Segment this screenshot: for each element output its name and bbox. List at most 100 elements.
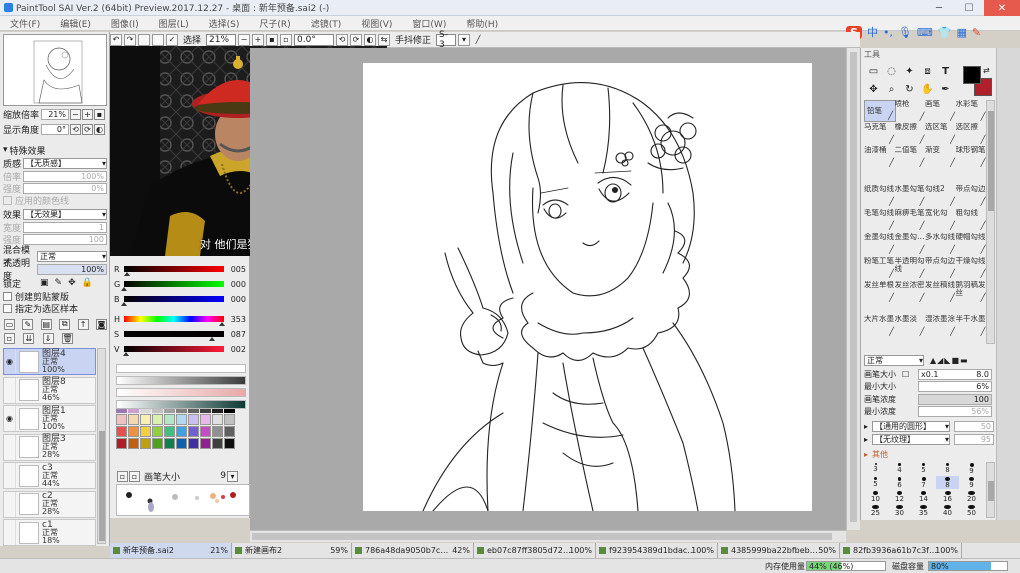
eye-icon[interactable]: ◉ [4,349,16,374]
nav-zoom-out-icon[interactable]: − [70,108,81,120]
size-preset[interactable]: 20 [960,490,983,503]
size-preset-scrollbar[interactable] [986,462,995,518]
size-preset[interactable]: 9 [960,462,983,475]
move-up-icon[interactable]: ↑ [77,318,89,330]
brush-texture-select[interactable]: 【无纹理】 ▾ [872,434,950,445]
hand-icon[interactable]: ✋ [919,84,936,101]
brush-slot[interactable]: 选区擦 ╱ [956,123,988,145]
brush-size-slider[interactable]: x0.1 8.0 [918,369,992,380]
menu-edit[interactable]: 编辑(E) [50,17,101,30]
canvas-v-scroll-thumb[interactable] [850,52,857,522]
document-tab[interactable]: 786a48da9050b7c… 42% [352,543,474,558]
layer-row[interactable]: 图层3 正常 28% [3,433,96,461]
angle-field[interactable]: 0.0° [294,33,335,46]
brush-slot[interactable]: 球形钢笔 ╱ [956,146,988,168]
color-swatch[interactable] [188,409,199,413]
size-preset[interactable]: 9 [960,476,983,489]
brush-slot[interactable]: 麻痹毛笔 ╱ [895,209,927,231]
h-slider[interactable] [124,316,225,326]
layer-row[interactable]: c1 正常 18% [3,519,96,546]
color-swatch[interactable] [164,414,175,425]
menu-view[interactable]: 视图(V) [351,17,402,30]
document-tab[interactable]: 新年预备.sai2 21% [110,543,232,558]
expand-icon[interactable]: ▸ [864,435,872,444]
size-preset[interactable]: 12 [888,490,911,503]
nav-angle-value[interactable]: 0° [41,123,69,135]
size-preset[interactable]: 5 [864,476,887,489]
primary-color-swatch[interactable] [963,66,981,84]
color-swatch[interactable] [188,426,199,437]
merge-down-icon[interactable]: ⇊ [23,332,35,344]
rect-select-icon[interactable]: ▭ [865,66,882,83]
v-slider[interactable] [123,346,224,356]
width-value[interactable]: 1 [23,221,107,233]
r-slider[interactable] [124,266,224,276]
nav-zoom-in-icon[interactable]: + [82,108,93,120]
zoom-out-icon[interactable]: − [238,33,251,46]
size-preset[interactable]: 35 [912,504,935,517]
new-folder-icon[interactable]: ▤ [40,318,52,330]
size-preset[interactable]: 14 [912,490,935,503]
size-preset[interactable]: 10 [864,490,887,503]
eye-hidden-icon[interactable] [4,463,16,488]
menu-filter[interactable]: 滤镜(T) [301,17,352,30]
brush-slot[interactable]: 发丝单根 ╱ [864,281,896,303]
clip-checkbox[interactable] [3,291,12,301]
color-swatch[interactable] [152,426,163,437]
applied-row[interactable]: 应用的颜色线 [3,194,107,207]
ime-grid-icon[interactable]: ▦ [957,26,967,39]
color-swatch[interactable] [152,438,163,449]
texture-select[interactable]: 【无质感】 ▾ [23,157,107,169]
layer-scrollbar[interactable] [97,348,106,544]
zoom-field[interactable]: 21% [206,33,237,46]
size-preset[interactable]: 40 [936,504,959,517]
eyedropper-icon[interactable]: ✒ [937,84,954,101]
color-swatch[interactable] [212,438,223,449]
select-visibility-icon[interactable]: ✓ [166,33,178,46]
brush-slot[interactable]: 喷枪 ╱ [895,100,927,122]
r-slider-row[interactable]: R 005 [114,264,248,276]
canvas-h-scrollbar[interactable] [250,530,846,542]
s-value[interactable]: 087 [224,330,246,339]
brush-slot[interactable]: 带点勾边 ╱ [925,257,957,279]
brush-slot[interactable]: 硬帽勾线 ╱ [956,233,988,255]
brush-slot[interactable]: 半干水墨 ╱ [956,315,988,337]
size-preset[interactable]: 3 [864,462,887,475]
swap-colors-icon[interactable]: ⇄ [983,66,990,75]
color-swatch[interactable] [140,409,151,413]
flip-icon[interactable]: ⇆ [378,33,391,46]
size-preset[interactable]: 5 [912,462,935,475]
ime-lang[interactable]: 中 [867,24,878,40]
brush-size-value[interactable]: 9 [204,471,226,481]
brush-slot[interactable]: 大片水墨 ╱ [864,315,896,337]
size-preset[interactable]: 8 [936,476,959,489]
ime-tool-icon[interactable]: ✎ [972,26,981,39]
strength-value[interactable]: 0% [23,182,107,194]
color-swatch[interactable] [128,426,139,437]
color-swatch[interactable] [212,426,223,437]
h-value[interactable]: 353 [224,315,246,324]
b-slider-row[interactable]: B 000 [114,294,248,306]
brush-slot[interactable]: 水墨勾笔 ╱ [895,185,927,207]
color-swatch[interactable] [224,426,235,437]
brush-size-mult[interactable]: x0.1 [921,370,938,379]
lock-draw-icon[interactable]: ✎ [55,278,63,288]
g-slider[interactable] [121,281,224,291]
brush-slot[interactable]: 发丝稿线 ╱ [925,281,957,303]
color-swatch[interactable] [140,438,151,449]
undo-icon[interactable]: ↶ [110,33,122,46]
brush-slot[interactable]: 粗勾线 ╱ [956,209,988,231]
merge-layer-icon[interactable]: ⇓ [42,332,54,344]
nav-rotate-reset-icon[interactable]: ◐ [94,123,105,135]
blend-select[interactable]: 正常 ▾ [37,250,107,262]
lock-move-icon[interactable]: ✥ [68,278,76,288]
color-swatch[interactable] [176,438,187,449]
color-mixer-1[interactable] [116,364,246,373]
new-layer-icon[interactable]: ▭ [4,318,15,330]
size-preset[interactable]: 6 [888,476,911,489]
lock-all-icon[interactable]: 🔒 [82,278,93,288]
other-row[interactable]: ▸ 其他 [864,449,996,460]
canvas-v-scrollbar[interactable] [846,48,860,530]
color-swatch[interactable] [164,438,175,449]
layer-scroll-thumb[interactable] [99,431,105,541]
